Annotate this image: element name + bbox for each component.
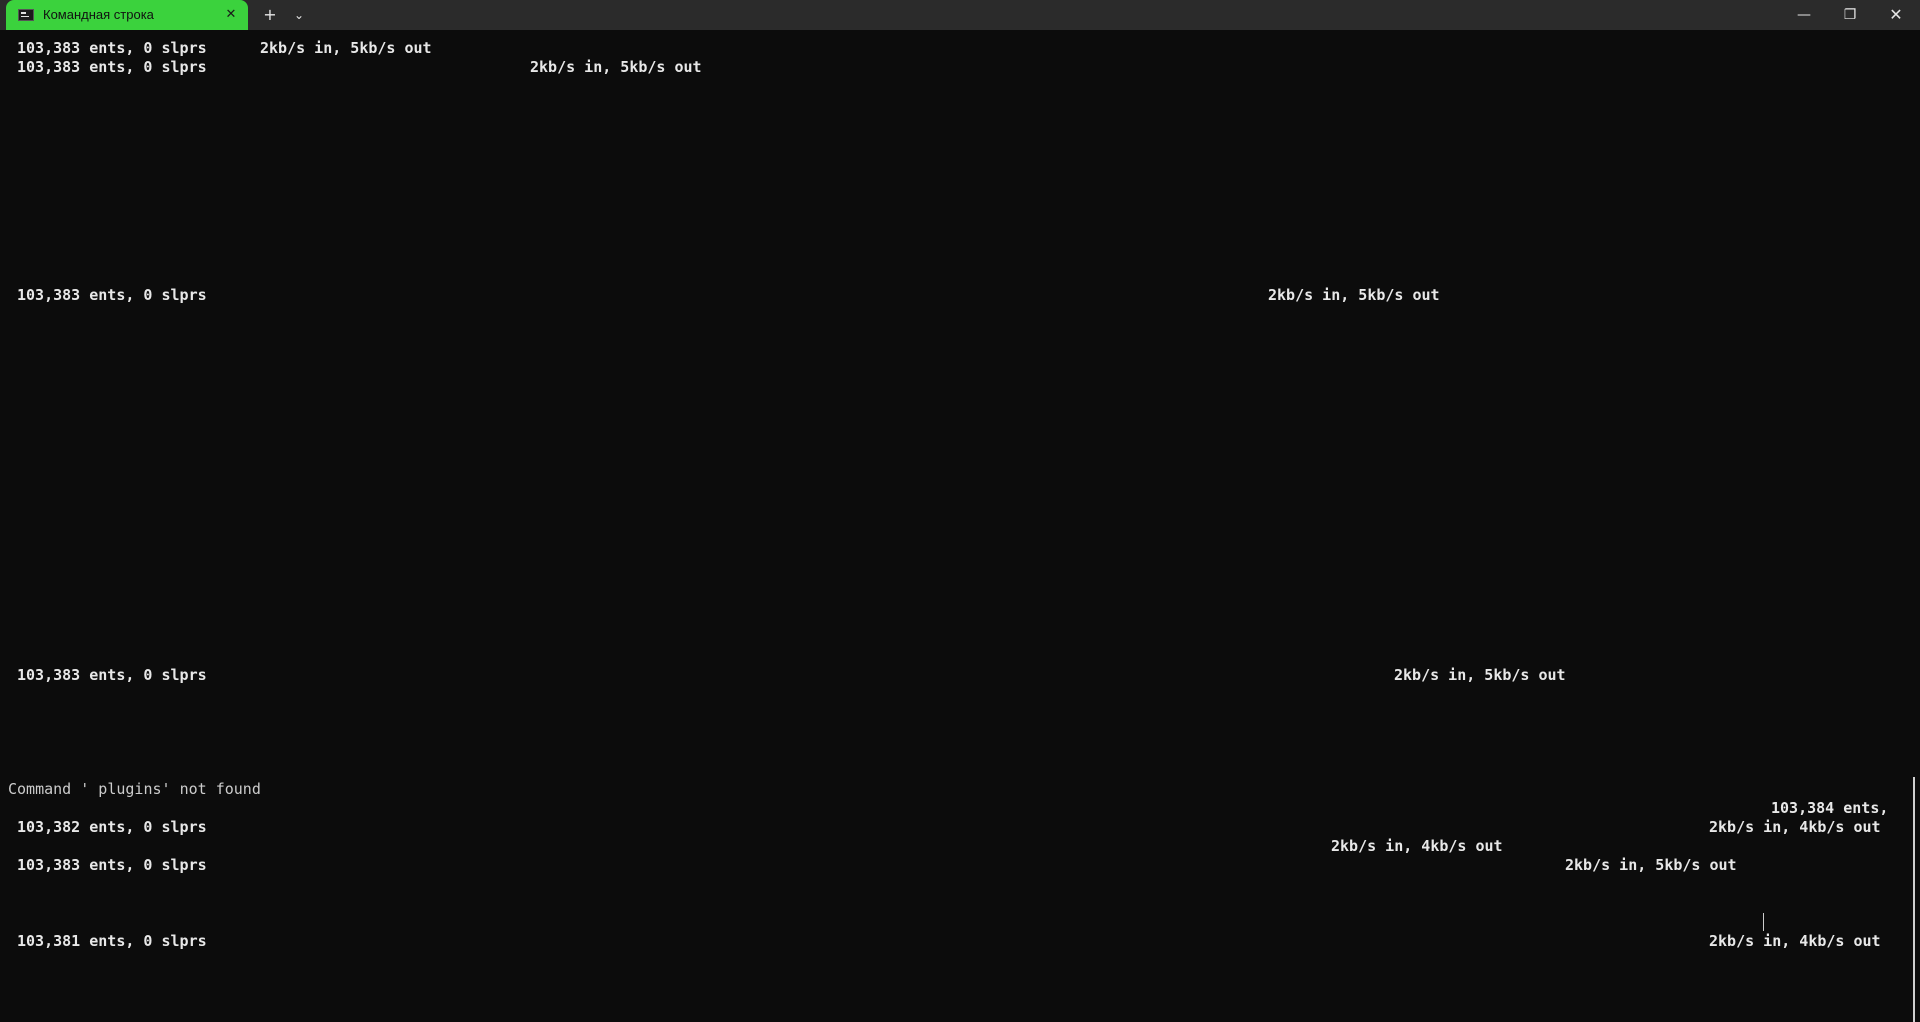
terminal-line: 103,383 ents, 0 slprs bbox=[17, 666, 207, 684]
terminal-line: Command ' plugins' not found bbox=[8, 780, 261, 798]
terminal-line: 2kb/s in, 5kb/s out bbox=[530, 58, 702, 76]
terminal-line: 2kb/s in, 5kb/s out bbox=[1394, 666, 1566, 684]
terminal-line: 103,382 ents, 0 slprs bbox=[17, 818, 207, 836]
terminal-line: 2kb/s in, 4kb/s out bbox=[1709, 932, 1881, 950]
close-button[interactable]: ✕ bbox=[1873, 0, 1919, 30]
new-tab-button[interactable]: + bbox=[258, 3, 282, 27]
maximize-button[interactable]: ❐ bbox=[1827, 0, 1873, 30]
terminal-line: 103,383 ents, 0 slprs bbox=[17, 856, 207, 874]
terminal-line: 103,383 ents, 0 slprs bbox=[17, 39, 207, 57]
terminal-output[interactable]: 103,383 ents, 0 slprs 2kb/s in, 5kb/s ou… bbox=[0, 30, 1920, 1022]
tab-dropdown-button[interactable]: ⌄ bbox=[287, 3, 311, 27]
terminal-line: 103,383 ents, 0 slprs bbox=[17, 58, 207, 76]
text-cursor bbox=[1763, 913, 1764, 931]
terminal-line: 2kb/s in, 5kb/s out bbox=[260, 39, 432, 57]
terminal-line: 2kb/s in, 4kb/s out bbox=[1709, 818, 1881, 836]
scrollbar[interactable] bbox=[1913, 777, 1915, 1022]
terminal-line: 2kb/s in, 5kb/s out bbox=[1565, 856, 1737, 874]
terminal-line: 2kb/s in, 4kb/s out bbox=[1331, 837, 1503, 855]
terminal-line: 2kb/s in, 5kb/s out bbox=[1268, 286, 1440, 304]
tab-title: Командная строка bbox=[43, 7, 154, 22]
terminal-line: 103,381 ents, 0 slprs bbox=[17, 932, 207, 950]
terminal-line: 103,383 ents, 0 slprs bbox=[17, 286, 207, 304]
terminal-line: 103,384 ents, bbox=[1771, 799, 1889, 817]
command-prompt-icon bbox=[18, 9, 34, 21]
tab-command-prompt[interactable]: Командная строка ✕ bbox=[6, 0, 248, 30]
tab-close-icon[interactable]: ✕ bbox=[222, 6, 240, 24]
minimize-button[interactable]: — bbox=[1781, 0, 1827, 30]
title-bar: Командная строка ✕ + ⌄ — ❐ ✕ bbox=[0, 0, 1920, 30]
